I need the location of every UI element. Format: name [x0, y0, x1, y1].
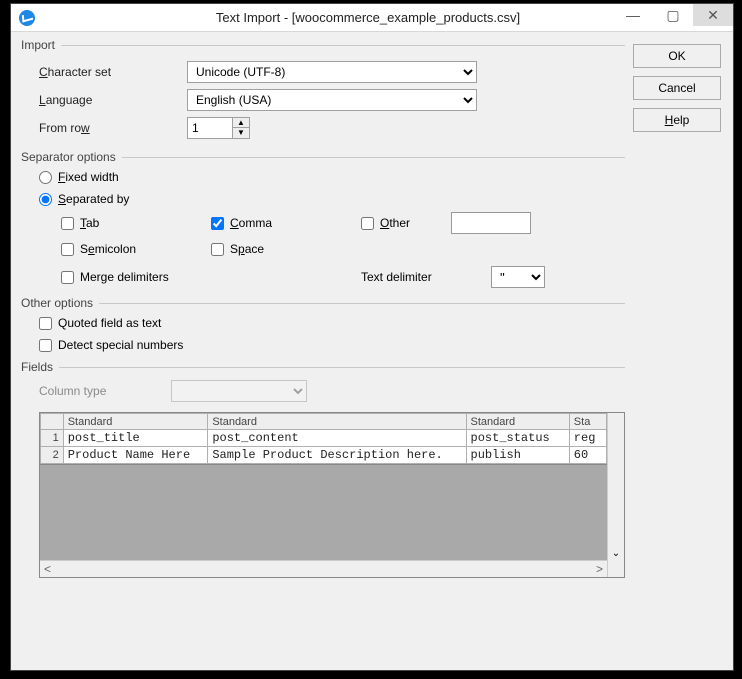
col-header[interactable]: Standard [466, 414, 569, 430]
fromrow-input[interactable] [187, 117, 233, 139]
minimize-button[interactable]: — [613, 4, 653, 26]
ok-button[interactable]: OK [633, 44, 721, 68]
preview-pane: Standard Standard Standard Sta 1 [39, 412, 625, 578]
col-header[interactable]: Standard [63, 414, 208, 430]
text-delimiter-label: Text delimiter [361, 270, 491, 284]
side-buttons: OK Cancel Help [633, 38, 723, 660]
column-type-label: Column type [39, 384, 159, 398]
separator-legend: Separator options [21, 150, 116, 164]
detect-numbers-checkbox[interactable]: Detect special numbers [39, 338, 625, 352]
fixed-width-radio-input[interactable] [39, 171, 52, 184]
preview-header-row: Standard Standard Standard Sta [41, 414, 607, 430]
scroll-right-icon[interactable]: > [596, 562, 603, 576]
quoted-field-checkbox[interactable]: Quoted field as text [39, 316, 625, 330]
other-checkbox[interactable]: Other [361, 216, 451, 230]
preview-table[interactable]: Standard Standard Standard Sta 1 [40, 413, 607, 464]
other-options-group: Other options Quoted field as text Detec… [21, 296, 625, 352]
comma-checkbox[interactable]: Comma [211, 216, 361, 230]
language-select[interactable]: English (USA) [187, 89, 477, 111]
separated-by-radio-input[interactable] [39, 193, 52, 206]
main-panel: Import Character set Unicode (UTF-8) Lan… [21, 38, 625, 660]
merge-label: Merge delimiters [80, 270, 169, 284]
scroll-left-icon[interactable]: < [44, 562, 51, 576]
fields-group: Fields Column type [21, 360, 625, 578]
import-group: Import Character set Unicode (UTF-8) Lan… [21, 38, 625, 142]
spinner-buttons[interactable]: ▲▼ [232, 117, 250, 139]
client-area: Import Character set Unicode (UTF-8) Lan… [11, 32, 733, 670]
table-row: 2 Product Name Here Sample Product Descr… [41, 447, 607, 464]
scroll-down-icon[interactable]: ⌄ [612, 548, 620, 577]
merge-delimiters-checkbox[interactable]: Merge delimiters [61, 270, 361, 284]
fields-legend: Fields [21, 360, 53, 374]
window-controls: — ▢ ✕ [613, 4, 733, 28]
language-label: Language [39, 93, 187, 107]
vertical-scrollbar[interactable]: ⌄ [607, 413, 624, 577]
other-legend: Other options [21, 296, 93, 310]
tab-checkbox[interactable]: Tab [61, 216, 211, 230]
fromrow-label: From row [39, 121, 187, 135]
cancel-button[interactable]: Cancel [633, 76, 721, 100]
column-type-select [171, 380, 307, 402]
table-row: 1 post_title post_content post_status re… [41, 430, 607, 447]
dialog-window: Text Import - [woocommerce_example_produ… [10, 3, 734, 671]
separated-by-radio[interactable]: Separated by [39, 192, 625, 206]
charset-select[interactable]: Unicode (UTF-8) [187, 61, 477, 83]
close-button[interactable]: ✕ [693, 4, 733, 26]
horizontal-scrollbar[interactable]: < > [40, 560, 607, 577]
import-legend: Import [21, 38, 55, 52]
app-icon [19, 10, 35, 26]
maximize-button[interactable]: ▢ [653, 4, 693, 26]
titlebar: Text Import - [woocommerce_example_produ… [11, 4, 733, 32]
semicolon-checkbox[interactable]: Semicolon [61, 242, 211, 256]
text-delimiter-select[interactable]: " [491, 266, 545, 288]
charset-label: Character set [39, 65, 187, 79]
other-input[interactable] [451, 212, 531, 234]
help-button[interactable]: Help [633, 108, 721, 132]
col-header[interactable]: Standard [208, 414, 466, 430]
detect-label: Detect special numbers [58, 338, 183, 352]
preview-empty-area [40, 464, 607, 560]
fromrow-spinner[interactable]: ▲▼ [187, 117, 250, 139]
space-checkbox[interactable]: Space [211, 242, 361, 256]
quoted-label: Quoted field as text [58, 316, 161, 330]
col-header[interactable]: Sta [569, 414, 606, 430]
separator-group: Separator options Fixed width Separated … [21, 150, 625, 288]
fixed-width-radio[interactable]: Fixed width [39, 170, 625, 184]
